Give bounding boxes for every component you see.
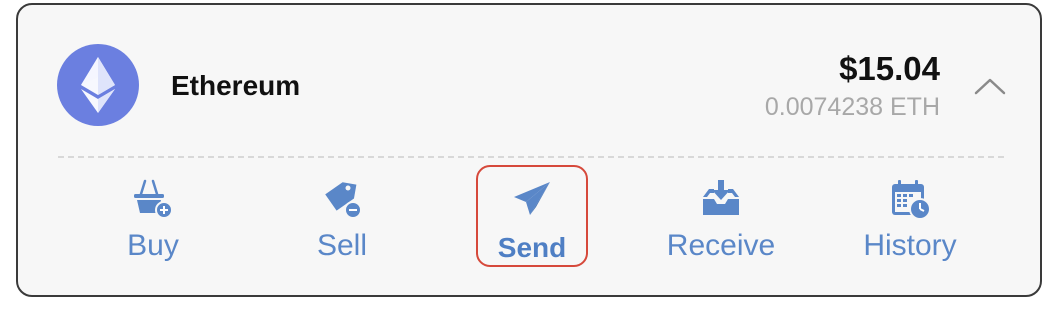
ethereum-logo-icon [57,44,139,126]
sell-label: Sell [316,229,368,262]
token-card: Ethereum $15.04 0.0074238 ETH Buy Sell S… [16,3,1042,297]
history-button[interactable]: History [820,157,1000,297]
action-bar: Buy Sell Send Receive History [18,157,1040,297]
balance-usd: $15.04 [839,50,940,87]
receive-label: Receive [666,229,776,262]
send-label: Send [497,232,567,263]
inbox-download-icon [699,177,743,221]
calendar-clock-icon [888,177,932,221]
basket-plus-icon [131,177,175,221]
sell-button[interactable]: Sell [252,157,432,297]
balance-eth: 0.0074238 ETH [764,93,940,121]
tag-minus-icon [320,177,364,221]
send-button[interactable]: Send [442,157,622,297]
buy-button[interactable]: Buy [63,157,243,297]
paper-plane-icon [510,177,554,221]
token-name: Ethereum [171,70,301,101]
token-header[interactable]: Ethereum $15.04 0.0074238 ETH [18,5,1040,157]
receive-button[interactable]: Receive [631,157,811,297]
buy-label: Buy [127,229,179,262]
history-label: History [863,229,957,262]
chevron-up-icon[interactable] [973,75,1007,97]
